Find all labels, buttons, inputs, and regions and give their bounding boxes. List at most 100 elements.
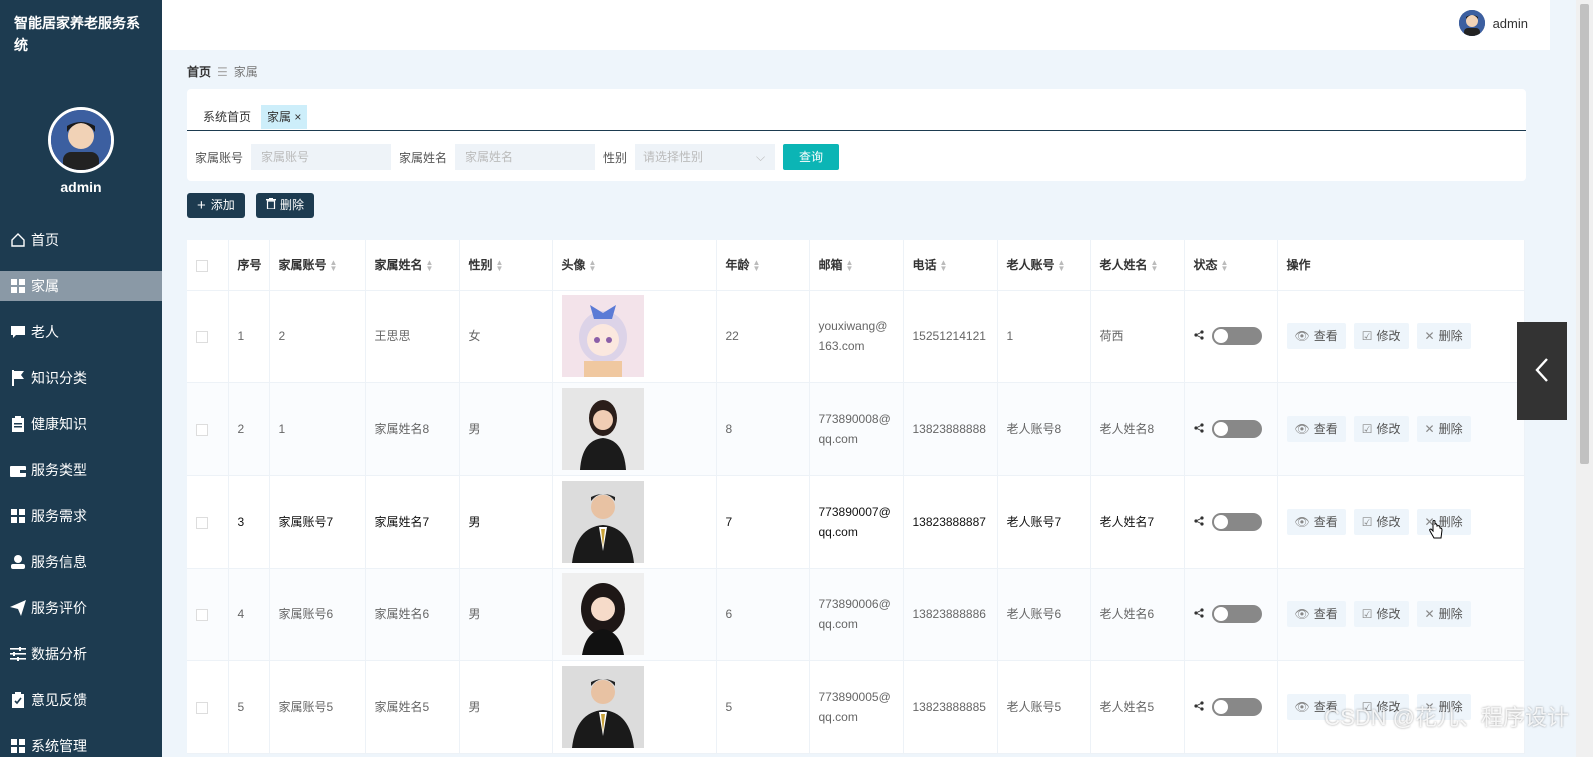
share-icon[interactable] [1193,604,1204,624]
email-line-1: 773890006@ [818,597,891,612]
tab-bar-underline [187,130,1526,131]
select-all-checkbox[interactable] [196,259,208,272]
query-button[interactable]: 查询 [783,144,840,170]
grid-icon [10,278,26,294]
column-header[interactable]: 状态 ▲ ▼ [1184,240,1278,291]
avatar-photo[interactable] [561,480,644,563]
sidebar-item-feedback[interactable]: 意见反馈 [0,677,162,723]
edit-button[interactable]: ☑ 修改 [1353,416,1409,443]
sidebar-item-knowledge-category[interactable]: 知识分类 [0,355,162,401]
user-menu[interactable]: admin [1458,10,1528,36]
age: 22 [716,290,810,384]
edit-icon: ☑ [1361,514,1373,529]
status-toggle[interactable] [1211,327,1262,346]
edit-button[interactable]: ☑ 修改 [1353,323,1409,350]
gender: 女 [459,290,553,384]
column-header[interactable]: 年龄 ▲ ▼ [716,240,810,291]
sort-icon[interactable]: ▲ ▼ [1221,259,1229,273]
sidebar-item-service-type[interactable]: 服务类型 [0,447,162,493]
gender: 男 [459,568,553,662]
sidebar-item-elder[interactable]: 老人 [0,309,162,355]
sidebar-item-data-analysis[interactable]: 数据分析 [0,631,162,677]
sidebar-item-home[interactable]: 首页 [0,217,162,263]
collapse-panel-toggle[interactable] [1517,322,1567,420]
close-icon[interactable]: × [291,110,301,124]
breadcrumb-home[interactable]: 首页 [187,65,211,79]
column-header[interactable]: 头像 ▲ ▼ [552,240,717,291]
sidebar-item-service-demand[interactable]: 服务需求 [0,493,162,539]
share-icon[interactable] [1193,326,1204,346]
row-index: 1 [228,290,270,384]
share-icon[interactable] [1193,697,1204,717]
sort-icon[interactable]: ▲ ▼ [940,259,948,273]
sort-icon[interactable]: ▲ ▼ [426,259,434,273]
sort-icon[interactable]: ▲ ▼ [753,259,761,273]
avatar-photo[interactable] [561,666,644,749]
view-button[interactable]: 👁 查看 [1286,601,1346,628]
name-search-input[interactable]: 家属姓名 [455,144,596,170]
row-checkbox[interactable] [196,609,208,622]
table-row[interactable]: 3 家属账号7 家属姓名7 男 7 773890007@ qq.com 13823888887… [187,475,1525,569]
sidebar-item-service-info[interactable]: 服务信息 [0,539,162,585]
sidebar-item-label: 知识分类 [31,370,87,386]
edit-button[interactable]: ☑ 修改 [1353,601,1409,628]
edit-button-label: 修改 [1376,329,1401,344]
row-checkbox[interactable] [196,331,208,344]
view-button[interactable]: 👁 查看 [1286,416,1346,443]
row-checkbox[interactable] [196,423,208,436]
avatar-photo[interactable] [561,573,644,656]
row-delete-button[interactable]: ✕ 删除 [1416,323,1471,350]
admin-avatar[interactable] [48,107,114,173]
view-button[interactable]: 👁 查看 [1286,323,1346,350]
tab-family[interactable]: 家属 × [261,105,308,129]
table-row[interactable]: 1 2 王思思女 22 youxiwang@ 163.com 15251214121 1 荷西 👁… [187,290,1525,384]
sort-icon[interactable]: ▲ ▼ [330,259,338,273]
status-toggle[interactable] [1211,420,1262,439]
sidebar-item-service-review[interactable]: 服务评价 [0,585,162,631]
vertical-scrollbar[interactable] [1576,0,1593,757]
sidebar-item-family[interactable]: 家属 [0,271,162,301]
delete-button[interactable]: 删除 [256,193,315,218]
share-icon[interactable] [1193,512,1204,532]
avatar-photo[interactable] [561,388,644,471]
column-header[interactable]: 电话 ▲ ▼ [903,240,998,291]
row-delete-button[interactable]: ✕ 删除 [1416,601,1471,628]
view-button[interactable]: 👁 查看 [1286,508,1346,535]
sort-icon[interactable]: ▲ ▼ [846,259,854,273]
column-header[interactable]: 老人账号 ▲ ▼ [997,240,1091,291]
status-toggle[interactable] [1211,605,1262,624]
row-checkbox[interactable] [196,701,208,714]
add-button[interactable]: + 添加 [187,193,245,218]
gender-label: 性别 [603,150,628,165]
column-header[interactable]: 家属账号 ▲ ▼ [269,240,366,291]
email-line-2: qq.com [818,524,858,539]
table-row[interactable]: 2 1 家属姓名8 男 8 773890008@ qq.com 13823888888 老人账号… [187,382,1525,476]
row-checkbox[interactable] [196,516,208,529]
close-icon: ✕ [1424,329,1435,344]
column-header[interactable]: 性别 ▲ ▼ [459,240,553,291]
avatar-photo[interactable] [561,295,644,378]
status-toggle[interactable] [1211,698,1262,717]
sort-icon[interactable]: ▲ ▼ [496,259,504,273]
sidebar-item-system-management[interactable]: 系统管理 [0,723,162,757]
gender-select[interactable]: 请选择性别 ⌵ [635,144,776,170]
share-icon[interactable] [1193,419,1204,439]
family-name: 家属姓名7 [365,475,460,569]
row-delete-button[interactable]: ✕ 删除 [1416,416,1471,443]
account-search-input[interactable]: 家属账号 [251,144,392,170]
edit-button[interactable]: ☑ 修改 [1353,508,1409,535]
column-header[interactable]: 老人姓名 ▲ ▼ [1090,240,1185,291]
sort-icon[interactable]: ▲ ▼ [589,259,597,273]
sort-icon[interactable]: ▲ ▼ [1151,259,1159,273]
elder-account: 老人账号5 [997,660,1091,754]
status-cell [1184,568,1278,662]
column-header[interactable]: 家属姓名 ▲ ▼ [365,240,460,291]
column-header[interactable]: 邮箱 ▲ ▼ [809,240,904,291]
gender-select-placeholder: 请选择性别 [643,150,704,164]
tab-system-home[interactable]: 系统首页 [197,105,257,129]
sidebar-item-health-knowledge[interactable]: 健康知识 [0,401,162,447]
status-toggle[interactable] [1211,512,1262,531]
table-row[interactable]: 4 家属账号6 家属姓名6 男 6 773890006@ qq.com 13823888886… [187,568,1525,662]
sort-icon[interactable]: ▲ ▼ [1058,259,1066,273]
scrollbar-thumb[interactable] [1580,4,1589,464]
